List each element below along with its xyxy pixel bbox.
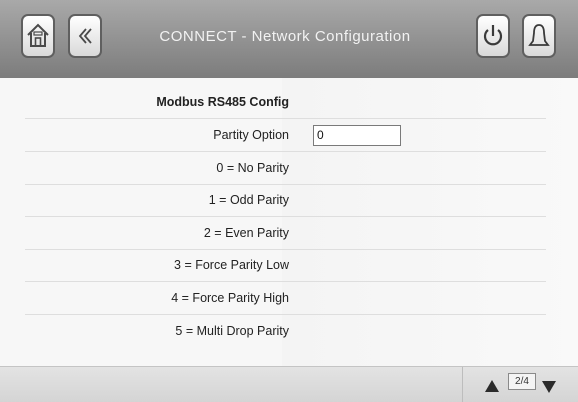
- parity-list-item: 3 = Force Parity Low: [25, 249, 546, 282]
- parity-option-text: 4 = Force Parity High: [171, 291, 289, 305]
- parity-list-item: 5 = Multi Drop Parity: [25, 315, 546, 348]
- home-icon: [27, 23, 49, 47]
- page-title: CONNECT - Network Configuration: [159, 28, 411, 45]
- power-icon: [483, 25, 503, 46]
- back-button[interactable]: [68, 14, 102, 58]
- parity-list-item: 2 = Even Parity: [25, 217, 546, 250]
- parity-option-text: 0 = No Parity: [216, 161, 289, 175]
- section-title: Modbus RS485 Config: [156, 95, 289, 109]
- parity-list-item: 0 = No Parity: [25, 152, 546, 185]
- home-button[interactable]: [21, 14, 55, 58]
- header-bar: CONNECT - Network Configuration: [0, 0, 578, 78]
- parity-option-text: 3 = Force Parity Low: [174, 258, 289, 272]
- parity-option-text: 1 = Odd Parity: [208, 193, 289, 207]
- parity-option-input[interactable]: 0: [313, 125, 401, 146]
- parity-list-item: 4 = Force Parity High: [25, 282, 546, 315]
- power-button[interactable]: [476, 14, 510, 58]
- parity-option-label: Partity Option: [213, 128, 289, 142]
- page-indicator: 2/4: [508, 373, 536, 390]
- footer-divider: [462, 367, 463, 402]
- parity-option-text: 2 = Even Parity: [203, 226, 289, 240]
- bell-icon: [528, 24, 550, 46]
- arrow-down-icon[interactable]: [541, 380, 557, 394]
- parity-option-row: Partity Option 0: [25, 119, 546, 152]
- arrow-up-icon[interactable]: [484, 379, 500, 393]
- back-chevron-icon: [78, 28, 92, 44]
- footer-bar: 2/4: [0, 366, 578, 402]
- config-panel: Modbus RS485 Config Partity Option 0 0 =…: [0, 78, 578, 366]
- alarm-button[interactable]: [522, 14, 556, 58]
- screen: CONNECT - Network Configuration Modbus R…: [0, 0, 578, 402]
- section-row: Modbus RS485 Config: [25, 86, 546, 119]
- parity-option-text: 5 = Multi Drop Parity: [175, 324, 289, 338]
- parity-list-item: 1 = Odd Parity: [25, 184, 546, 217]
